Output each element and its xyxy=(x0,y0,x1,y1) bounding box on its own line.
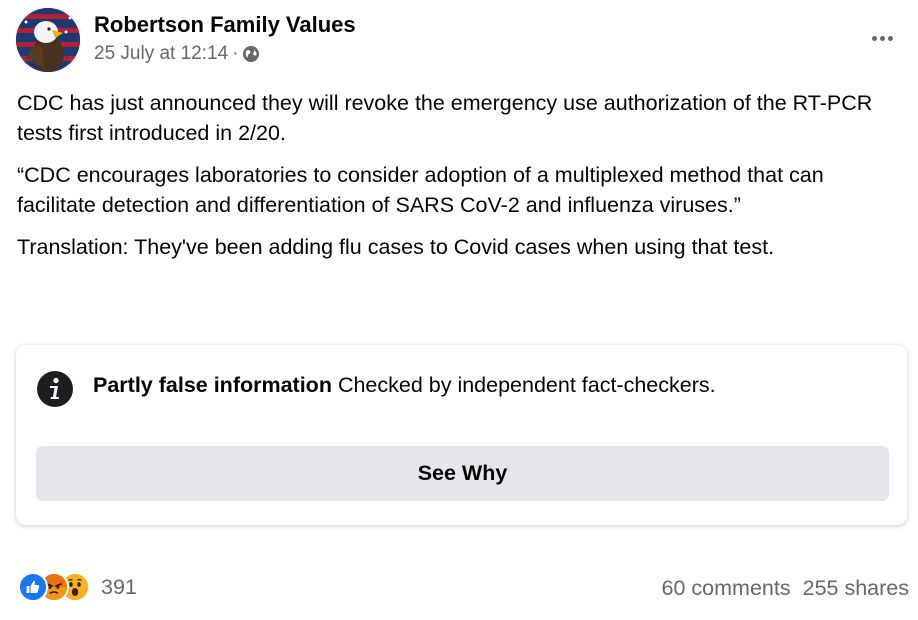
post-paragraph: “CDC encourages laboratories to consider… xyxy=(17,163,824,217)
post-paragraph: Translation: They've been adding flu cas… xyxy=(17,235,775,259)
fact-check-card: Partly false information Checked by inde… xyxy=(16,345,907,525)
post-meta: 25 July at 12:14 · xyxy=(94,43,260,65)
shares-count[interactable]: 255 shares xyxy=(803,576,909,600)
globe-icon[interactable] xyxy=(242,45,260,63)
reaction-count[interactable]: 391 xyxy=(101,575,137,600)
reactions-summary[interactable]: 391 xyxy=(18,572,137,602)
fact-check-description: Checked by independent fact-checkers. xyxy=(337,373,716,397)
post-body: CDC has just announced they will revoke … xyxy=(17,88,897,274)
comments-count[interactable]: 60 comments xyxy=(662,576,791,600)
meta-separator: · xyxy=(232,43,239,64)
see-why-button[interactable]: See Why xyxy=(36,446,889,501)
page-name[interactable]: Robertson Family Values xyxy=(94,12,356,38)
page-avatar[interactable] xyxy=(16,8,80,72)
fact-check-text: Partly false information Checked by inde… xyxy=(93,373,716,398)
post-timestamp[interactable]: 25 July at 12:14 xyxy=(94,43,228,65)
post-footer: 391 60 comments 255 shares xyxy=(18,568,909,608)
post-header: Robertson Family Values 25 July at 12:14… xyxy=(16,8,902,76)
post-stats: 60 comments 255 shares xyxy=(662,576,909,601)
info-icon xyxy=(37,371,73,407)
fact-check-title: Partly false information xyxy=(93,373,332,397)
like-reaction-icon xyxy=(18,572,48,602)
more-options-icon[interactable] xyxy=(862,24,902,52)
post-paragraph: CDC has just announced they will revoke … xyxy=(17,91,873,145)
